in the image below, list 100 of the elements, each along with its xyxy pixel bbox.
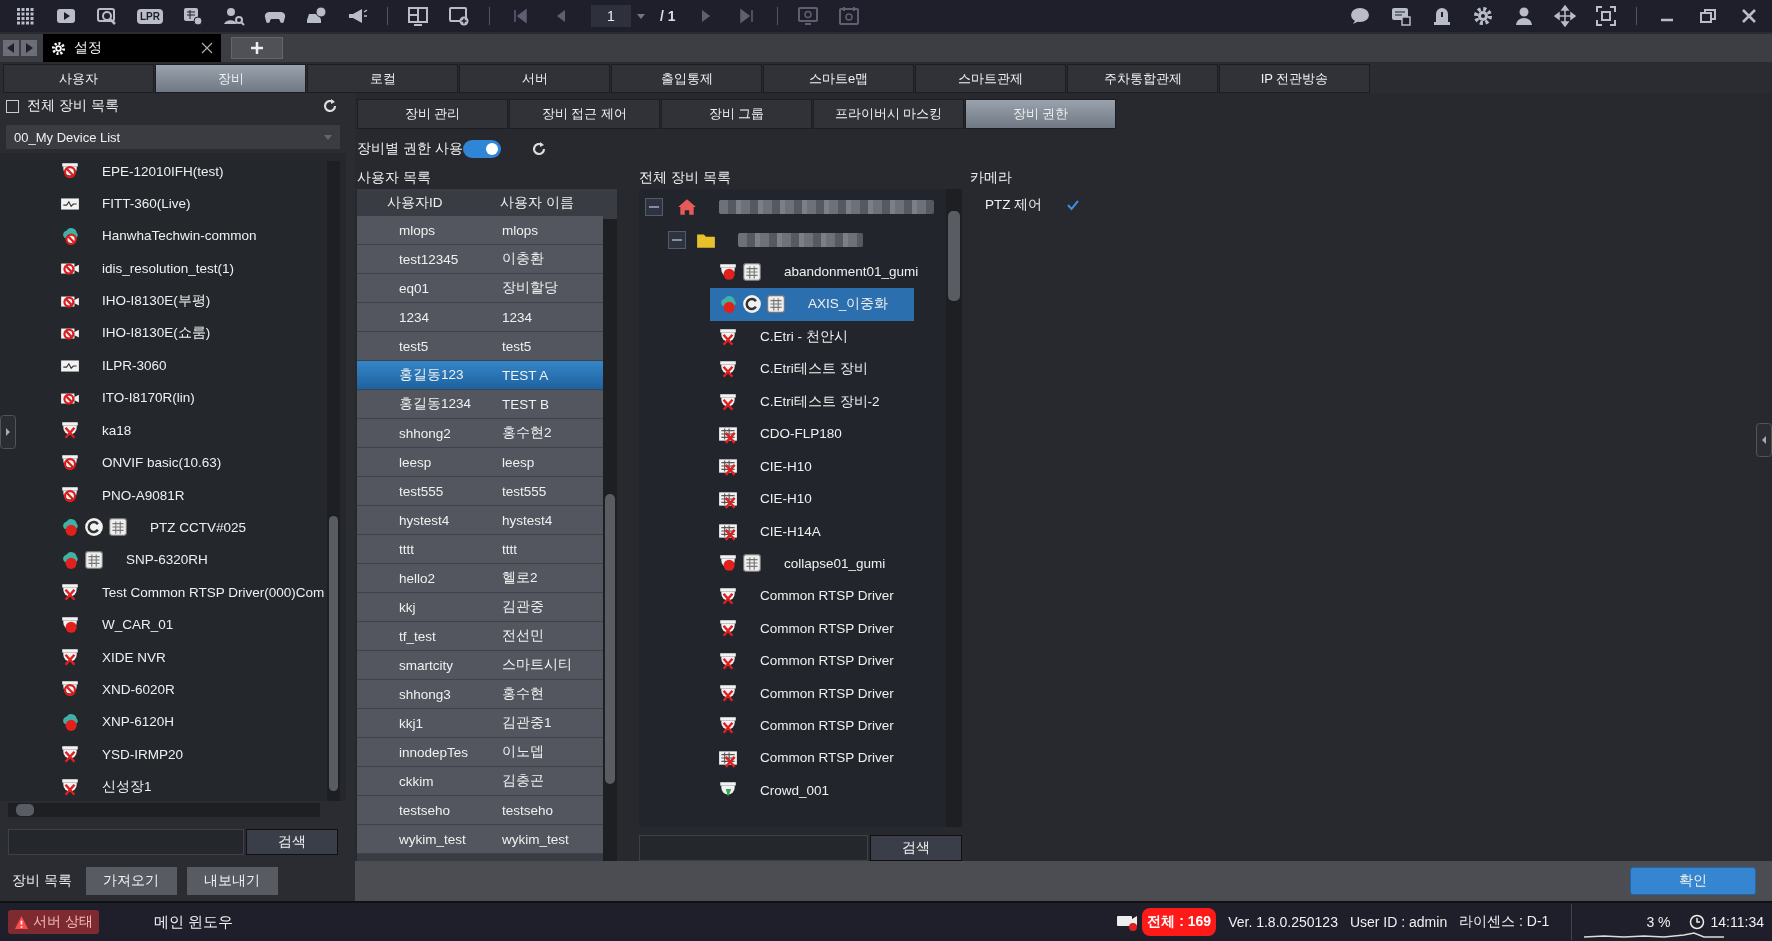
device-list-item[interactable]: idis_resolution_test(1) [56,252,327,285]
screen-refresh-icon[interactable] [796,5,819,27]
user-row[interactable]: shhong3 홍수현 [357,680,603,709]
device-list-item[interactable]: PTZ CCTV#025 [56,511,327,544]
camera-search-icon[interactable] [96,5,118,27]
sub-tab[interactable]: 프라이버시 마스킹 [813,99,964,129]
device-list-item[interactable]: FITT-360(Live) [56,187,327,220]
user-row[interactable]: kkj 김관중 [357,593,603,622]
user-row[interactable]: eq01 장비할당 [357,274,603,303]
sub-tab[interactable]: 장비 관리 [357,99,508,129]
alert-icon[interactable] [1431,5,1453,27]
user-row[interactable]: wykim_test wykim_test [357,825,603,854]
search-button[interactable]: 검색 [246,829,338,855]
user-row[interactable]: test555 test555 [357,477,603,506]
device-list-item[interactable]: Test Common RTSP Driver(000)Com [56,576,327,609]
device-tree-item[interactable]: Crowd_001 [639,774,838,807]
settings-icon[interactable] [1472,5,1494,27]
scrollbar[interactable] [327,161,340,801]
collapse-icon[interactable] [668,230,686,249]
grid-icon[interactable] [182,5,204,27]
scrollbar[interactable] [603,219,617,861]
screen-add-icon[interactable] [448,5,470,27]
device-list-item[interactable]: SNP-6320RH [56,543,327,577]
device-list-item[interactable]: XNP-6120H [56,705,327,739]
refresh-icon[interactable] [322,98,338,114]
device-tree-item[interactable]: CIE-H14A [639,514,829,548]
scroll-left-button[interactable] [3,40,19,56]
calendar-refresh-icon[interactable] [837,5,860,27]
device-tree-item[interactable]: C.Etri테스트 장비-2 [639,385,888,418]
chat-icon[interactable] [1349,5,1371,27]
caret-icon[interactable] [637,13,645,19]
search-button[interactable]: 검색 [870,835,962,861]
apps-grid-icon[interactable] [14,5,36,27]
main-tab[interactable]: 사용자 [3,64,154,93]
device-tree-item[interactable]: C.Etri테스트 장비 [639,352,876,386]
user-row[interactable]: testseho testseho [357,796,603,825]
column-header[interactable]: 사용자 이름 [480,193,603,212]
user-row[interactable]: shhong2 홍수현2 [357,419,603,448]
collapse-icon[interactable] [645,198,663,217]
layout-icon[interactable] [407,5,429,27]
device-list-item[interactable]: W_CAR_01 [56,608,327,641]
refresh-icon[interactable] [530,141,547,157]
search-field[interactable] [639,835,868,861]
search-field[interactable] [8,829,244,855]
action-button[interactable]: 내보내기 [186,867,278,895]
device-list-dropdown[interactable]: 00_My Device List [6,125,340,149]
main-tab[interactable]: 서버 [459,64,610,93]
device-list-item[interactable]: IHO-I8130E(부평) [56,284,327,317]
device-list-item[interactable]: XND-6020R [56,673,327,706]
device-tree-item[interactable]: Common RTSP Driver [639,741,902,775]
horizontal-scrollbar[interactable] [8,803,320,817]
device-list-item[interactable]: ka18 [56,414,327,447]
lpr-icon[interactable]: LPR [137,8,163,24]
device-tree-item[interactable]: collapse01_gumi [639,547,894,580]
check-icon[interactable] [1066,198,1081,212]
column-header[interactable]: 사용자ID [357,193,480,212]
device-tree-item[interactable]: Common RTSP Driver [639,709,902,742]
fullscreen-icon[interactable] [1595,5,1617,27]
device-tree-item[interactable]: Common RTSP Driver [639,612,902,645]
user-row[interactable]: 홍길동123 TEST A [357,361,603,390]
user-row[interactable]: innodepTes 이노뎁 [357,738,603,767]
page-field[interactable]: 1 [591,5,631,27]
main-tab[interactable]: 출입통제 [611,64,762,93]
sub-tab[interactable]: 장비 그룹 [661,99,812,129]
main-tab[interactable]: IP 전관방송 [1219,64,1370,93]
device-tree-item[interactable]: CDO-FLP180 [639,417,850,451]
device-list-item[interactable]: EPE-12010IFH(test) [56,155,327,188]
user-row[interactable]: test12345 이충환 [357,245,603,274]
user-row[interactable]: 1234 1234 [357,303,603,332]
camera-alert-icon[interactable] [1116,913,1139,931]
user-row[interactable]: test5 test5 [357,332,603,361]
device-tree-item[interactable]: CIE-H10 [639,450,820,483]
action-button[interactable]: 가져오기 [85,867,177,895]
main-tab[interactable]: 로컬 [307,64,458,93]
device-list-item[interactable]: ITO-I8170R(lin) [56,381,327,415]
device-tree-item[interactable]: CIE-H10 [639,482,820,515]
user-row[interactable]: 홍길동1234 TEST B [357,390,603,419]
document-tab[interactable]: 설정 [43,34,221,62]
panel-toggle-handle[interactable] [0,415,16,449]
device-tree-item[interactable]: abandonment01_gumi [639,255,927,289]
move-icon[interactable] [1554,5,1576,27]
server-status-button[interactable]: 서버 상태 [8,910,99,934]
main-tab[interactable]: 주차통합관제 [1067,64,1218,93]
person-icon[interactable] [1513,5,1535,27]
main-tab[interactable]: 스마트관제 [915,64,1066,93]
panel-toggle-handle[interactable] [1756,423,1772,457]
user-row[interactable]: tttt tttt [357,535,603,564]
scroll-right-button[interactable] [21,40,37,56]
person-search-icon[interactable] [223,5,245,27]
device-tree-item[interactable]: Common RTSP Driver [639,579,902,613]
device-tree-item[interactable]: Common RTSP Driver [639,644,902,677]
toggle-switch[interactable] [462,140,501,158]
device-list-item[interactable]: ONVIF basic(10.63) [56,446,327,479]
device-list-item[interactable]: HanwhaTechwin-common [56,219,327,253]
user-row[interactable]: ckkim 김충곤 [357,767,603,796]
user-row[interactable]: leesp leesp [357,448,603,477]
device-list-item[interactable]: PNO-A9081R [56,478,327,512]
device-list-item[interactable]: XIDE NVR [56,640,327,674]
close-icon[interactable] [201,42,213,54]
sub-tab[interactable]: 장비 접근 제어 [509,99,660,129]
